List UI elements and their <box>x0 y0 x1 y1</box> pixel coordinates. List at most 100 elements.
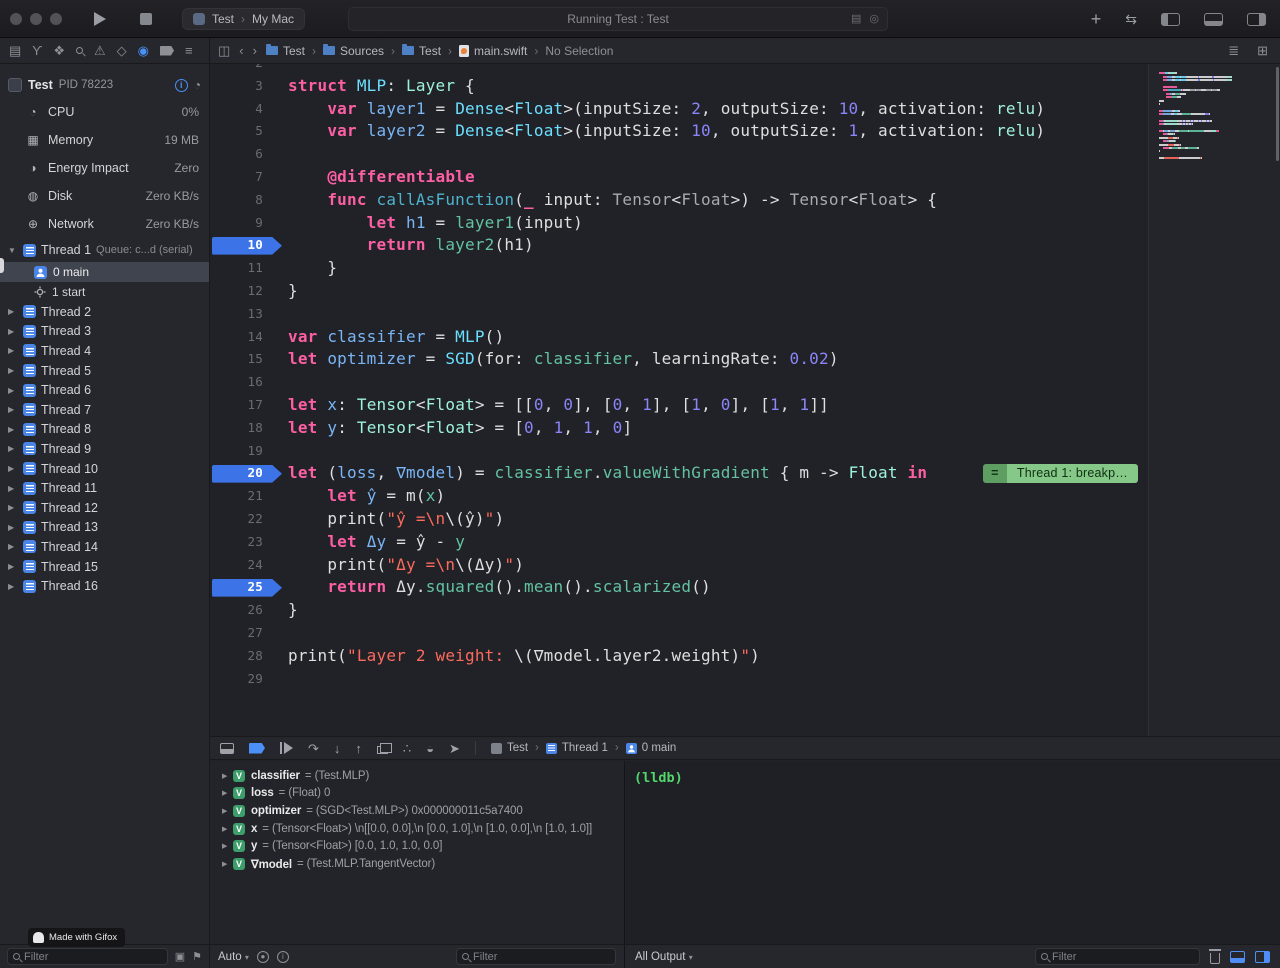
thread-row-thread-15[interactable]: ▶Thread 15 <box>0 557 209 577</box>
breakpoint-hit-annotation[interactable]: =Thread 1: breakp… <box>983 464 1138 483</box>
breadcrumb-item-test[interactable]: Test <box>402 44 441 58</box>
disclosure-triangle-icon[interactable]: ▶ <box>8 346 18 355</box>
line-number[interactable]: 8 <box>210 189 263 212</box>
zoom-button[interactable] <box>50 13 62 25</box>
editor-arrangement-icon[interactable]: ⇆ <box>1125 11 1137 28</box>
disclosure-triangle-icon[interactable]: ▶ <box>8 523 18 532</box>
process-row[interactable]: TestPID 78223i◔ <box>0 72 209 98</box>
line-number[interactable]: 28 <box>210 645 263 668</box>
thread-row-thread-10[interactable]: ▶Thread 10 <box>0 459 209 479</box>
line-number[interactable]: 9 <box>210 212 263 235</box>
thread-row-thread-4[interactable]: ▶Thread 4 <box>0 341 209 361</box>
disclosure-triangle-icon[interactable]: ▶ <box>222 842 233 850</box>
variable-row-loss[interactable]: ▶Vloss= (Float) 0 <box>210 785 624 803</box>
scheme-name[interactable]: Test <box>212 12 234 26</box>
code-text[interactable]: } <box>288 280 298 303</box>
code-text[interactable]: print("Layer 2 weight: \(∇model.layer2.w… <box>288 645 760 668</box>
breakpoint-navigator-icon[interactable] <box>160 46 174 56</box>
disclosure-triangle-icon[interactable]: ▶ <box>8 425 18 434</box>
variable-row-y[interactable]: ▶Vy= (Tensor<Float>) [0.0, 1.0, 1.0, 0.0… <box>210 837 624 855</box>
scheme-selector[interactable]: Test › My Mac <box>182 8 305 30</box>
simulate-location-icon[interactable]: ➤ <box>449 742 460 755</box>
navigator-filter-input[interactable]: Filter <box>7 948 168 965</box>
thread-row-thread-16[interactable]: ▶Thread 16 <box>0 576 209 596</box>
gauge-row-disk[interactable]: ◍DiskZero KB/s <box>0 182 209 210</box>
disclosure-triangle-icon[interactable]: ▶ <box>8 484 18 493</box>
step-out-icon[interactable]: ↑ <box>355 742 362 755</box>
variable-row--model[interactable]: ▶V∇model= (Test.MLP.TangentVector) <box>210 855 624 873</box>
disclosure-triangle-icon[interactable]: ▶ <box>222 860 233 868</box>
info-icon[interactable]: i <box>277 951 289 963</box>
line-number[interactable]: 15 <box>210 348 263 371</box>
gauge-row-energy-impact[interactable]: ◑Energy ImpactZero <box>0 154 209 182</box>
thread-row-thread-14[interactable]: ▶Thread 14 <box>0 537 209 557</box>
disclosure-triangle-icon[interactable]: ▶ <box>8 464 18 473</box>
code-text[interactable]: let optimizer = SGD(for: classifier, lea… <box>288 348 839 371</box>
gauge-row-network[interactable]: ⊕NetworkZero KB/s <box>0 210 209 238</box>
code-text[interactable]: var layer2 = Dense<Float>(inputSize: 10,… <box>288 120 1045 143</box>
breadcrumb-item-main-swift[interactable]: main.swift <box>459 44 527 58</box>
test-navigator-icon[interactable]: ◇ <box>117 44 127 57</box>
gauge-row-cpu[interactable]: ◔CPU0% <box>0 98 209 126</box>
line-number[interactable]: 2 <box>210 64 263 75</box>
toggle-variables-pane-icon[interactable] <box>1230 951 1245 963</box>
quicklook-icon[interactable]: ● <box>257 951 269 963</box>
flag-icon[interactable]: ⚑ <box>192 950 202 963</box>
back-button[interactable]: ‹ <box>239 43 243 58</box>
code-text[interactable]: @differentiable <box>288 166 475 189</box>
code-text[interactable]: let Δy = ŷ - y <box>288 531 465 554</box>
minimap[interactable] <box>1148 64 1280 736</box>
library-button[interactable]: + <box>1091 10 1102 28</box>
view-hierarchy-icon[interactable] <box>377 746 388 754</box>
code-text[interactable]: } <box>288 257 337 280</box>
line-number[interactable]: 27 <box>210 622 263 645</box>
profile-in-instruments-icon[interactable]: i <box>175 79 188 92</box>
thread-row-thread-3[interactable]: ▶Thread 3 <box>0 322 209 342</box>
disclosure-triangle-icon[interactable]: ▶ <box>8 386 18 395</box>
source-control-navigator-icon[interactable]: ϒ <box>32 44 42 57</box>
disclosure-triangle-icon[interactable]: ▶ <box>8 444 18 453</box>
step-into-icon[interactable]: ↓ <box>334 742 341 755</box>
breadcrumb-item-no-selection[interactable]: No Selection <box>545 44 613 58</box>
code-text[interactable]: let x: Tensor<Float> = [[0, 0], [0, 1], … <box>288 394 829 417</box>
forward-button[interactable]: › <box>253 43 257 58</box>
disclosure-triangle-icon[interactable]: ▶ <box>8 582 18 591</box>
gauge-row-memory[interactable]: ▦Memory19 MB <box>0 126 209 154</box>
toggle-debug-area-button[interactable] <box>1204 13 1223 26</box>
disclosure-triangle-icon[interactable]: ▶ <box>222 807 233 815</box>
code-text[interactable]: struct MLP: Layer { <box>288 75 475 98</box>
thread-1-row[interactable]: ▼Thread 1Queue: c...d (serial) <box>0 238 209 262</box>
memory-graph-icon[interactable]: ∴ <box>403 742 411 755</box>
thread-row-thread-7[interactable]: ▶Thread 7 <box>0 400 209 420</box>
source-editor[interactable]: 23struct MLP: Layer {4 var layer1 = Dens… <box>210 64 1280 736</box>
code-text[interactable]: let h1 = layer1(input) <box>288 212 583 235</box>
code-text[interactable]: return Δy.squared().mean().scalarized() <box>288 576 711 599</box>
variable-row-x[interactable]: ▶Vx= (Tensor<Float>) \n[[0.0, 0.0],\n [0… <box>210 820 624 838</box>
continue-execution-icon[interactable] <box>280 742 293 754</box>
line-number[interactable]: 29 <box>210 668 263 691</box>
line-number[interactable]: 22 <box>210 508 263 531</box>
console-view[interactable]: (lldb) <box>626 761 1280 944</box>
variable-row-optimizer[interactable]: ▶Voptimizer= (SGD<Test.MLP>) 0x000000011… <box>210 802 624 820</box>
line-number[interactable]: 19 <box>210 440 263 463</box>
line-number[interactable]: 21 <box>210 485 263 508</box>
breakpoint-marker-line-25[interactable]: 25 <box>210 576 263 599</box>
line-number[interactable]: 24 <box>210 554 263 577</box>
status-mini-icon[interactable]: ▤ <box>851 12 861 25</box>
variables-view[interactable]: ▶Vclassifier= (Test.MLP)▶Vloss= (Float) … <box>210 761 625 944</box>
breakpoints-toggle-icon[interactable] <box>249 743 265 754</box>
symbol-navigator-icon[interactable]: ❖ <box>53 44 65 57</box>
disclosure-triangle-icon[interactable]: ▶ <box>222 789 233 797</box>
line-number[interactable]: 11 <box>210 257 263 280</box>
code-text[interactable]: var layer1 = Dense<Float>(inputSize: 2, … <box>288 98 1045 121</box>
run-button[interactable] <box>94 12 106 26</box>
hide-debug-area-icon[interactable] <box>220 743 234 754</box>
thread-row-thread-8[interactable]: ▶Thread 8 <box>0 420 209 440</box>
minimize-button[interactable] <box>30 13 42 25</box>
variables-filter-input[interactable]: Filter <box>456 948 616 965</box>
line-number[interactable]: 14 <box>210 326 263 349</box>
step-over-icon[interactable]: ↷ <box>308 742 319 755</box>
disclosure-triangle-icon[interactable]: ▶ <box>8 327 18 336</box>
scope-selector[interactable]: Auto ▾ <box>218 951 249 963</box>
clear-console-icon[interactable] <box>1210 953 1220 964</box>
